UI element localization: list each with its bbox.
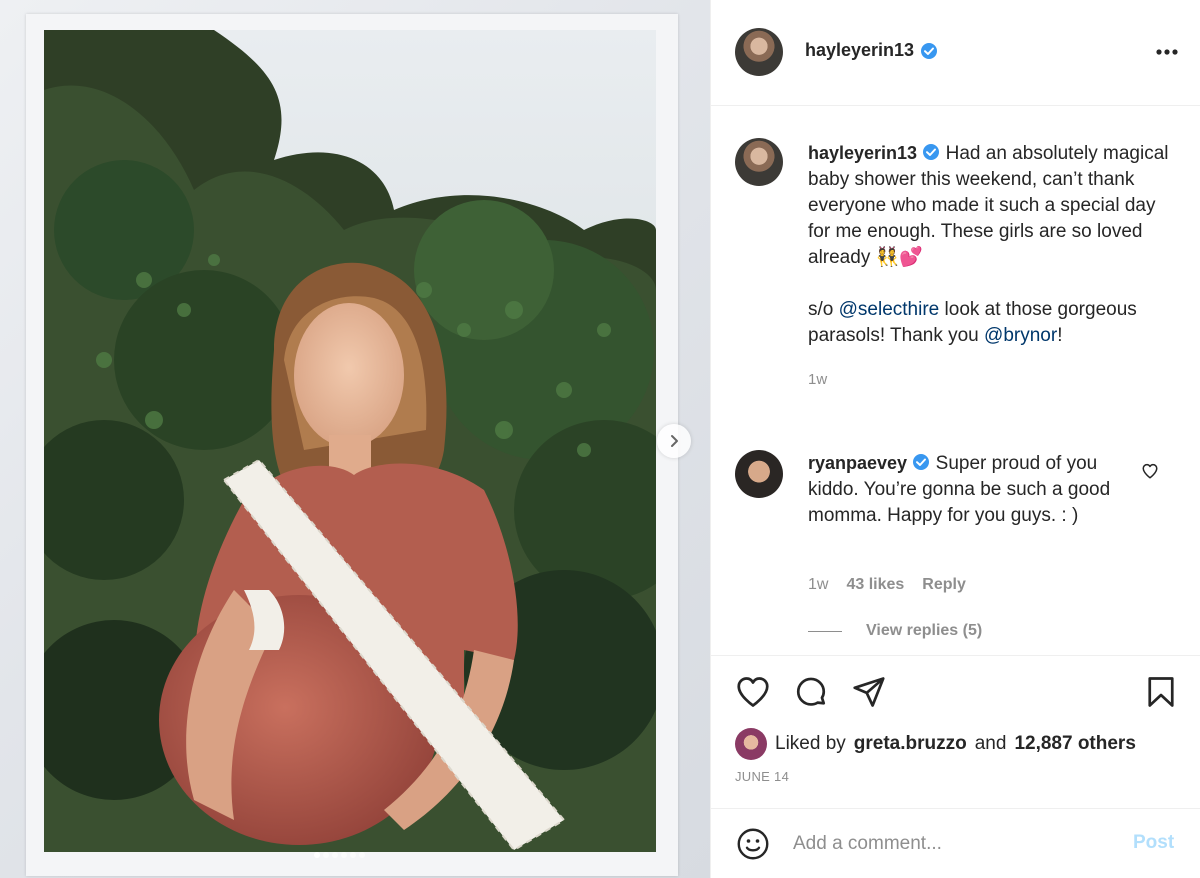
liked-by-row: Liked by greta.bruzzo and 12,887 others bbox=[735, 728, 1136, 760]
verified-badge-icon bbox=[913, 454, 930, 470]
author-username[interactable]: hayleyerin13 bbox=[805, 40, 914, 61]
save-bookmark-icon[interactable] bbox=[1143, 674, 1179, 710]
liked-by-prefix: Liked by bbox=[775, 733, 846, 754]
post-actions: Liked by greta.bruzzo and 12,887 others … bbox=[711, 655, 1200, 808]
caption-username[interactable]: hayleyerin13 bbox=[808, 143, 917, 163]
replies-divider bbox=[808, 630, 842, 632]
post-date[interactable]: JUNE 14 bbox=[735, 769, 789, 784]
author-avatar[interactable] bbox=[735, 28, 783, 76]
carousel-dot bbox=[350, 852, 356, 858]
commenter-avatar[interactable] bbox=[735, 450, 783, 498]
liked-by-others[interactable]: 12,887 others bbox=[1014, 733, 1135, 755]
view-replies-label: View replies (5) bbox=[866, 622, 983, 639]
mention-selecthire[interactable]: @selecthire bbox=[839, 299, 940, 320]
comment-timestamp[interactable]: 1w bbox=[808, 576, 828, 594]
next-slide-button[interactable] bbox=[657, 424, 691, 458]
share-send-icon[interactable] bbox=[851, 674, 887, 710]
caption-emoji: 👯💕 bbox=[875, 247, 923, 268]
liked-by-mid: and bbox=[974, 733, 1007, 754]
ellipsis-icon[interactable] bbox=[1155, 48, 1179, 56]
verified-badge-icon bbox=[923, 144, 940, 160]
comment-input[interactable] bbox=[793, 827, 1113, 861]
comment-reply-button[interactable]: Reply bbox=[922, 576, 966, 594]
shoutout-prefix: s/o bbox=[808, 299, 834, 320]
liked-by-user[interactable]: greta.bruzzo bbox=[854, 733, 967, 755]
carousel-dot bbox=[359, 852, 365, 858]
comment-like-heart-icon[interactable] bbox=[1141, 462, 1159, 480]
like-heart-icon[interactable] bbox=[735, 674, 771, 710]
post-details-panel: hayleyerin13 hayleyerin13 Had an absolut… bbox=[710, 0, 1200, 878]
comment-bubble-icon[interactable] bbox=[793, 674, 829, 710]
post-caption: hayleyerin13 Had an absolutely magical b… bbox=[808, 140, 1173, 393]
emoji-smiley-icon[interactable] bbox=[735, 826, 771, 862]
carousel-dot bbox=[323, 852, 329, 858]
add-comment-bar: Post bbox=[711, 808, 1200, 878]
post-media bbox=[0, 0, 710, 878]
mention-brynor[interactable]: @brynor bbox=[984, 325, 1057, 346]
chevron-right-icon bbox=[671, 435, 678, 447]
post-comment-button[interactable]: Post bbox=[1133, 832, 1174, 854]
caption-author-avatar[interactable] bbox=[735, 138, 783, 186]
carousel-dots bbox=[0, 852, 710, 862]
carousel-dot bbox=[314, 852, 320, 858]
commenter-username[interactable]: ryanpaevey bbox=[808, 453, 907, 473]
carousel-dot bbox=[332, 852, 338, 858]
comment: ryanpaevey Super proud of you kiddo. You… bbox=[808, 450, 1138, 529]
post-header: hayleyerin13 bbox=[711, 0, 1200, 106]
liker-avatar[interactable] bbox=[735, 728, 767, 760]
carousel-dot bbox=[341, 852, 347, 858]
verified-badge-icon bbox=[921, 42, 938, 59]
post-photo bbox=[44, 30, 656, 852]
view-replies-button[interactable]: View replies (5) bbox=[808, 622, 982, 640]
comment-likes[interactable]: 43 likes bbox=[846, 576, 904, 594]
shoutout-suffix: ! bbox=[1057, 325, 1063, 346]
comment-meta: 1w 43 likes Reply bbox=[808, 576, 966, 594]
caption-timestamp[interactable]: 1w bbox=[808, 367, 1173, 393]
